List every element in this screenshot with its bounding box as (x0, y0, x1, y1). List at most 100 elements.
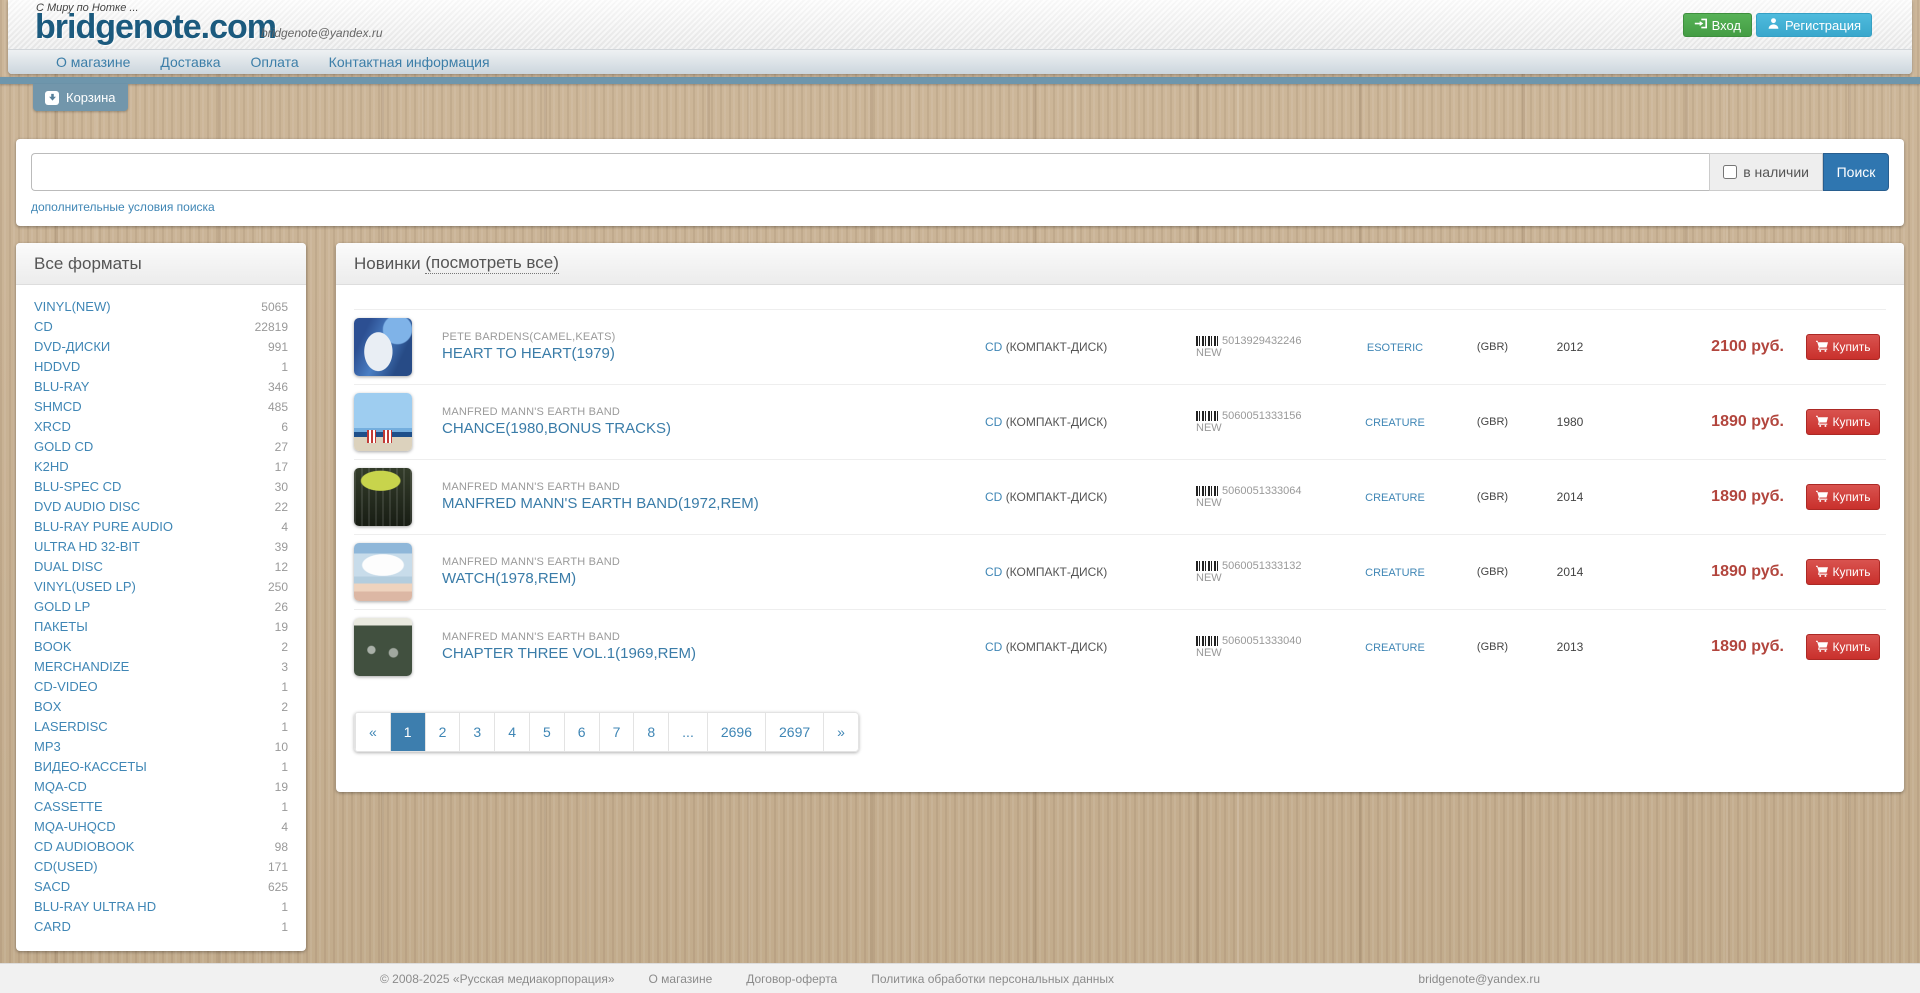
login-button[interactable]: Вход (1683, 13, 1752, 37)
buy-button[interactable]: Купить (1806, 634, 1880, 660)
format-link[interactable]: CD AUDIOBOOK (34, 837, 134, 857)
footer-link[interactable]: Политика обработки персональных данных (871, 972, 1114, 986)
album-cover[interactable] (354, 318, 412, 376)
format-link[interactable]: MERCHANDIZE (34, 657, 129, 677)
format-link[interactable]: CD (34, 317, 53, 337)
cart-button[interactable]: Корзина (33, 84, 128, 111)
format-link[interactable]: GOLD LP (34, 597, 90, 617)
page-button[interactable]: 4 (494, 713, 529, 751)
format-link[interactable]: LASERDISC (34, 717, 108, 737)
album-cover[interactable] (354, 468, 412, 526)
product-condition: NEW (1196, 497, 1345, 509)
new-arrivals-header: Новинки (посмотреть все) (336, 243, 1904, 285)
album-cover[interactable] (354, 393, 412, 451)
format-link[interactable]: BOX (34, 697, 61, 717)
format-count: 27 (275, 437, 288, 457)
page-button[interactable]: « (355, 713, 390, 751)
format-link[interactable]: CD(USED) (34, 857, 98, 877)
page-button[interactable]: 5 (529, 713, 564, 751)
format-item: DVD AUDIO DISC 22 (34, 497, 288, 517)
divider-bar (0, 77, 1920, 84)
record-label-link[interactable]: ESOTERIC (1367, 342, 1423, 354)
nav-link[interactable]: Контактная информация (329, 54, 490, 70)
site-logo[interactable]: bridgenote.com (35, 8, 276, 47)
page-button[interactable]: 2 (425, 713, 460, 751)
header: С Миру по Нотке ... bridgenote.com bridg… (8, 0, 1912, 74)
format-item: CASSETTE 1 (34, 797, 288, 817)
footer-link[interactable]: Договор-оферта (746, 972, 837, 986)
page-button[interactable]: 6 (564, 713, 599, 751)
product-title-link[interactable]: MANFRED MANN'S EARTH BAND(1972,REM) (442, 495, 759, 512)
album-cover[interactable] (354, 543, 412, 601)
format-link[interactable]: ВИДЕО-КАССЕТЫ (34, 757, 147, 777)
format-link[interactable]: BLU-RAY (34, 377, 89, 397)
product-format-link[interactable]: CD (985, 640, 1002, 654)
view-all-link[interactable]: (посмотреть все) (425, 253, 559, 274)
format-item: K2HD 17 (34, 457, 288, 477)
advanced-search-link[interactable]: дополнительные условия поиска (31, 200, 215, 214)
product-format-link[interactable]: CD (985, 565, 1002, 579)
buy-button[interactable]: Купить (1806, 334, 1880, 360)
format-link[interactable]: CARD (34, 917, 71, 937)
record-label-link[interactable]: CREATURE (1365, 492, 1425, 504)
format-count: 19 (275, 617, 288, 637)
format-link[interactable]: BLU-SPEC CD (34, 477, 121, 497)
format-count: 250 (268, 577, 288, 597)
record-label-link[interactable]: CREATURE (1365, 417, 1425, 429)
product-title-link[interactable]: CHAPTER THREE VOL.1(1969,REM) (442, 645, 696, 662)
album-cover[interactable] (354, 618, 412, 676)
page-button[interactable]: 1 (390, 713, 425, 751)
page-button[interactable]: 3 (459, 713, 494, 751)
format-link[interactable]: VINYL(USED LP) (34, 577, 136, 597)
product-country: (GBR) (1445, 566, 1540, 578)
product-title-link[interactable]: WATCH(1978,REM) (442, 570, 576, 587)
search-button[interactable]: Поиск (1823, 153, 1889, 191)
format-link[interactable]: MQA-UHQCD (34, 817, 116, 837)
format-link[interactable]: HDDVD (34, 357, 80, 377)
format-link[interactable]: DUAL DISC (34, 557, 103, 577)
format-link[interactable]: SACD (34, 877, 70, 897)
page-button[interactable]: 7 (599, 713, 634, 751)
format-link[interactable]: VINYL(NEW) (34, 297, 111, 317)
format-link[interactable]: XRCD (34, 417, 71, 437)
format-link[interactable]: GOLD CD (34, 437, 93, 457)
record-label-link[interactable]: CREATURE (1365, 567, 1425, 579)
page-button[interactable]: » (823, 713, 858, 751)
nav-link[interactable]: О магазине (56, 54, 130, 70)
product-title-link[interactable]: CHANCE(1980,BONUS TRACKS) (442, 420, 671, 437)
product-format-link[interactable]: CD (985, 340, 1002, 354)
page-button[interactable]: 8 (633, 713, 668, 751)
format-item: GOLD CD 27 (34, 437, 288, 457)
format-link[interactable]: MQA-CD (34, 777, 87, 797)
product-year: 2013 (1540, 640, 1600, 654)
format-link[interactable]: SHMCD (34, 397, 82, 417)
nav-link[interactable]: Оплата (251, 54, 299, 70)
format-link[interactable]: DVD-ДИСКИ (34, 337, 110, 357)
format-link[interactable]: MP3 (34, 737, 61, 757)
format-link[interactable]: BOOK (34, 637, 72, 657)
buy-button[interactable]: Купить (1806, 559, 1880, 585)
register-button[interactable]: Регистрация (1756, 13, 1872, 37)
format-link[interactable]: CASSETTE (34, 797, 103, 817)
in-stock-checkbox[interactable] (1723, 165, 1737, 179)
buy-button[interactable]: Купить (1806, 484, 1880, 510)
format-link[interactable]: DVD AUDIO DISC (34, 497, 140, 517)
page-button[interactable]: 2696 (707, 713, 765, 751)
in-stock-filter[interactable]: в наличии (1709, 153, 1823, 191)
page-button[interactable]: 2697 (765, 713, 823, 751)
search-input[interactable] (31, 153, 1709, 191)
product-format-link[interactable]: CD (985, 415, 1002, 429)
format-link[interactable]: ULTRA HD 32-BIT (34, 537, 140, 557)
format-link[interactable]: K2HD (34, 457, 69, 477)
footer-link[interactable]: О магазине (649, 972, 713, 986)
format-link[interactable]: ПАКЕТЫ (34, 617, 88, 637)
format-link[interactable]: BLU-RAY PURE AUDIO (34, 517, 173, 537)
footer-email: bridgenote@yandex.ru (1418, 972, 1540, 986)
record-label-link[interactable]: CREATURE (1365, 642, 1425, 654)
nav-link[interactable]: Доставка (160, 54, 220, 70)
format-link[interactable]: CD-VIDEO (34, 677, 98, 697)
product-format-link[interactable]: CD (985, 490, 1002, 504)
buy-button[interactable]: Купить (1806, 409, 1880, 435)
format-link[interactable]: BLU-RAY ULTRA HD (34, 897, 156, 917)
product-title-link[interactable]: HEART TO HEART(1979) (442, 345, 615, 362)
